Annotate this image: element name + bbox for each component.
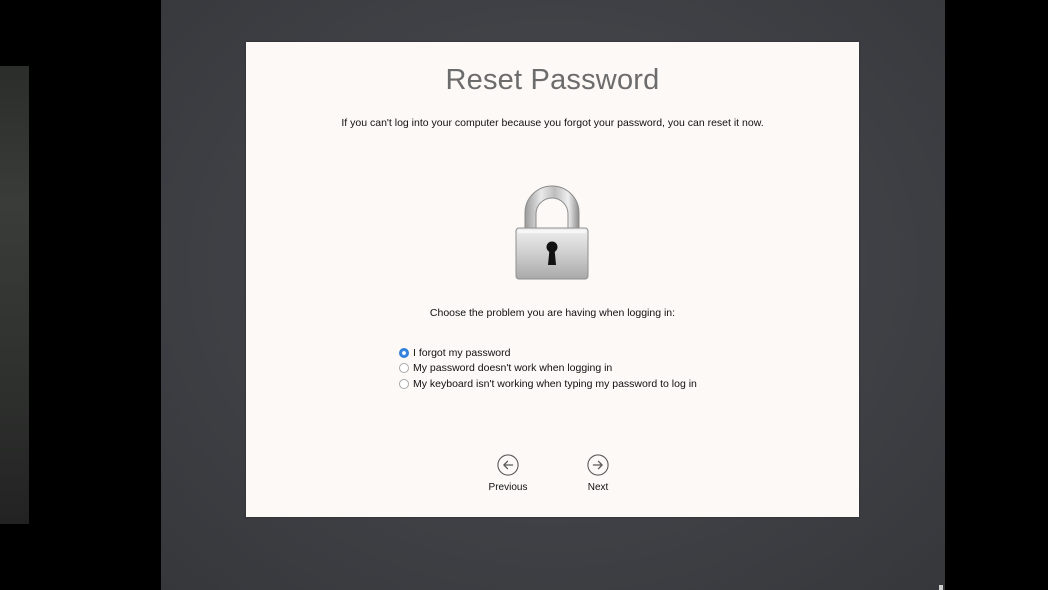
next-label: Next xyxy=(587,482,609,493)
option-label: My keyboard isn't working when typing my… xyxy=(413,377,697,390)
arrow-right-circle-icon xyxy=(587,454,609,476)
option-label: My password doesn't work when logging in xyxy=(413,362,613,375)
radio-button[interactable] xyxy=(399,363,409,374)
left-background-strip xyxy=(0,66,29,524)
padlock-icon xyxy=(515,185,589,280)
radio-button-selected[interactable] xyxy=(399,347,409,358)
previous-button[interactable]: Previous xyxy=(478,454,538,493)
previous-label: Previous xyxy=(488,482,528,493)
next-button[interactable]: Next xyxy=(568,454,628,493)
problem-prompt: Choose the problem you are having when l… xyxy=(429,307,676,319)
reset-password-dialog: Reset Password If you can't log into you… xyxy=(246,42,859,517)
problem-options: I forgot my password My password doesn't… xyxy=(399,345,697,392)
option-forgot-password[interactable]: I forgot my password xyxy=(399,345,697,361)
arrow-left-circle-icon xyxy=(497,454,519,476)
option-label: I forgot my password xyxy=(413,346,511,359)
option-keyboard-not-working[interactable]: My keyboard isn't working when typing my… xyxy=(399,376,697,392)
dialog-title: Reset Password xyxy=(445,64,660,96)
option-password-doesnt-work[interactable]: My password doesn't work when logging in xyxy=(399,361,697,377)
radio-button[interactable] xyxy=(399,378,409,389)
mouse-cursor-icon xyxy=(939,585,943,590)
dialog-subtitle: If you can't log into your computer beca… xyxy=(341,117,764,129)
